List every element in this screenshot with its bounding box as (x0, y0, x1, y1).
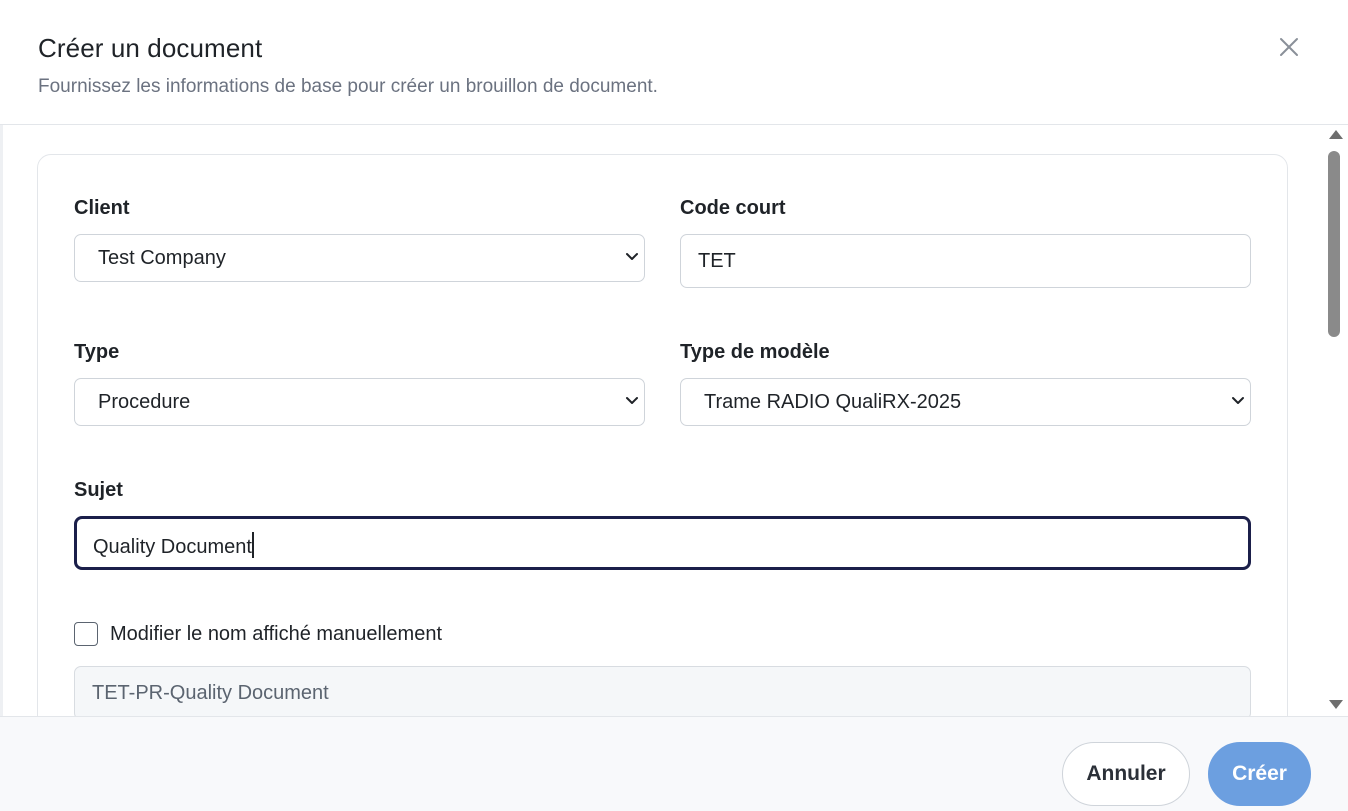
chevron-down-icon (626, 397, 638, 404)
scrollbar-thumb[interactable] (1328, 151, 1340, 337)
sujet-value: Quality Document (93, 532, 254, 559)
display-name-value: TET-PR-Quality Document (92, 682, 329, 704)
code-court-value: TET (698, 250, 736, 272)
create-document-dialog: Créer un document Fournissez les informa… (0, 0, 1348, 811)
manual-name-checkbox-label[interactable]: Modifier le nom affiché manuellement (110, 623, 442, 646)
type-modele-select[interactable]: Trame RADIO QualiRX-2025 (680, 378, 1251, 426)
close-button[interactable] (1272, 30, 1306, 64)
scroll-down-arrow-icon[interactable] (1329, 700, 1343, 709)
vertical-scrollbar[interactable] (1326, 126, 1344, 716)
cancel-button[interactable]: Annuler (1062, 742, 1190, 806)
code-court-label: Code court (680, 197, 786, 219)
dialog-title: Créer un document (38, 33, 263, 63)
type-modele-label: Type de modèle (680, 341, 830, 363)
client-select-value: Test Company (98, 247, 226, 269)
client-select[interactable]: Test Company (74, 234, 645, 282)
chevron-down-icon (1232, 397, 1244, 404)
manual-name-checkbox[interactable] (74, 622, 98, 646)
dialog-subtitle: Fournissez les informations de base pour… (38, 76, 658, 97)
sujet-text: Quality Document (93, 536, 252, 558)
dialog-footer: Annuler Créer (0, 716, 1348, 811)
chevron-down-icon (626, 253, 638, 260)
type-select-value: Procedure (98, 391, 191, 413)
scroll-up-arrow-icon[interactable] (1329, 130, 1343, 139)
type-modele-select-value: Trame RADIO QualiRX-2025 (704, 391, 962, 413)
text-caret (251, 532, 254, 558)
form-card: Client Test Company Code court TET Type … (37, 154, 1288, 716)
client-label: Client (74, 197, 130, 219)
sujet-input[interactable]: Quality Document (74, 516, 1251, 570)
create-button[interactable]: Créer (1208, 742, 1311, 806)
display-name-field: TET-PR-Quality Document (74, 666, 1251, 716)
code-court-input[interactable]: TET (680, 234, 1251, 288)
type-select[interactable]: Procedure (74, 378, 645, 426)
type-label: Type (74, 341, 120, 363)
dialog-header: Créer un document Fournissez les informa… (0, 0, 1348, 125)
dialog-body: Client Test Company Code court TET Type … (0, 126, 1348, 716)
sujet-label: Sujet (74, 479, 123, 501)
close-icon (1280, 38, 1298, 56)
